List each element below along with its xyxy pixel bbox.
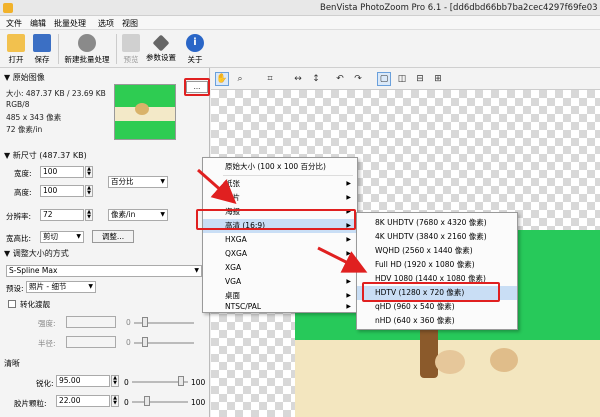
annotation-arrows xyxy=(197,168,368,273)
arrow-to-hdtv xyxy=(317,246,368,273)
arrow-to-hd xyxy=(197,168,237,204)
